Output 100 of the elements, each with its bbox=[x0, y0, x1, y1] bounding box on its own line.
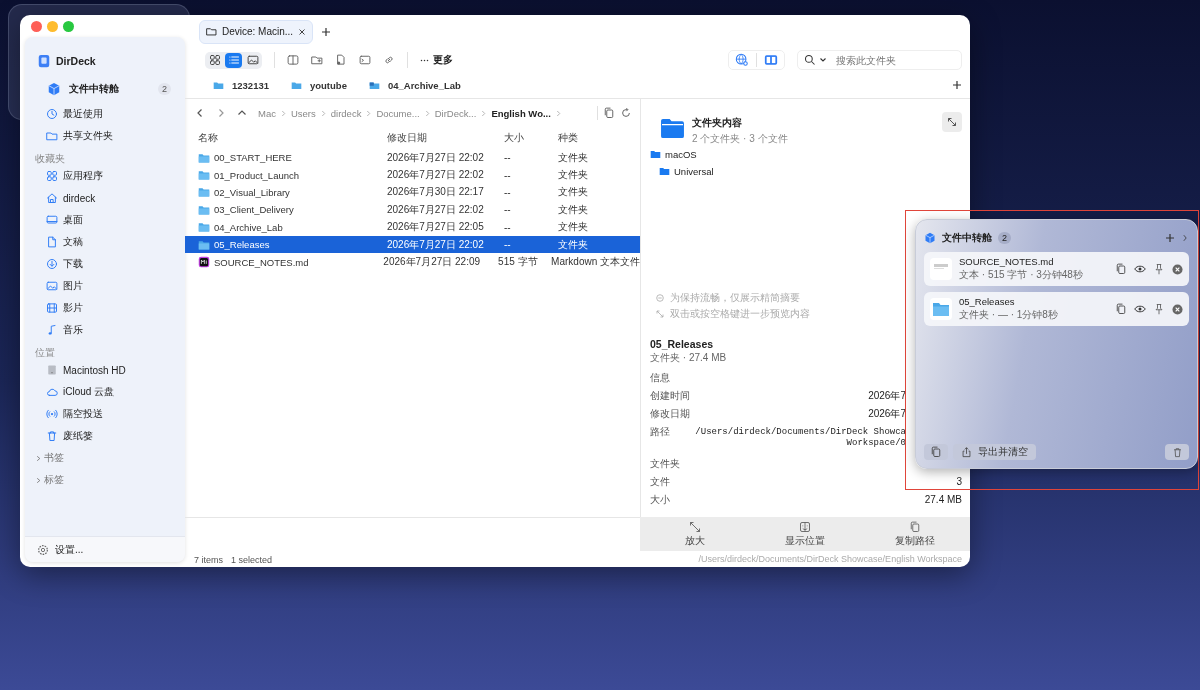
film-icon bbox=[46, 302, 58, 314]
eye-icon[interactable] bbox=[1134, 303, 1146, 315]
modified-date: 2026年7月27日 22:02 bbox=[386, 168, 485, 183]
columns-icon[interactable] bbox=[764, 53, 778, 67]
chevron-icon bbox=[366, 109, 372, 117]
eye-icon[interactable] bbox=[1134, 263, 1146, 275]
transfer-item[interactable]: 文件中转舱 2 bbox=[33, 79, 177, 99]
info-label: 路径 bbox=[650, 425, 670, 439]
sidebar-item[interactable]: iCloud 云盘 bbox=[25, 381, 185, 403]
add-icon[interactable] bbox=[1165, 233, 1175, 243]
transfer-card[interactable]: 05_Releases 文件夹 · — · 1分钟8秒 bbox=[924, 292, 1189, 326]
item-name: 05_Releases bbox=[959, 296, 1016, 307]
refresh-icon[interactable] bbox=[620, 107, 632, 119]
file-row[interactable]: 00_START_HERE 2026年7月27日 22:02 -- 文件夹 bbox=[185, 149, 640, 167]
action-button[interactable]: 显示位置 bbox=[750, 517, 860, 551]
sidebar-item[interactable]: 桌面 bbox=[25, 209, 185, 231]
info-value: 3 bbox=[956, 475, 962, 489]
sidebar-item[interactable]: 影片 bbox=[25, 297, 185, 319]
column-header[interactable]: 大小 bbox=[499, 131, 555, 145]
sidebar-item[interactable]: 应用程序 bbox=[25, 165, 185, 187]
remove-icon[interactable] bbox=[1172, 263, 1183, 275]
sidebar-item[interactable]: 废纸篓 bbox=[25, 425, 185, 447]
copy-icon bbox=[930, 446, 942, 458]
copy-icon[interactable] bbox=[1115, 303, 1127, 315]
close-button[interactable] bbox=[31, 20, 42, 32]
breadcrumb[interactable]: dirdeck bbox=[330, 107, 362, 119]
terminal-icon[interactable] bbox=[359, 54, 371, 66]
tree-item[interactable]: Universal bbox=[650, 163, 962, 180]
link-icon[interactable] bbox=[383, 54, 395, 66]
photo-icon bbox=[46, 280, 58, 292]
close-icon[interactable] bbox=[298, 27, 307, 36]
folder-icon bbox=[198, 169, 210, 182]
sidebar-item[interactable]: 最近使用 bbox=[25, 103, 185, 125]
export-button[interactable]: 导出并清空 bbox=[953, 444, 1036, 460]
sidebar-item[interactable]: 文稿 bbox=[25, 231, 185, 253]
forward-icon[interactable] bbox=[216, 108, 226, 118]
copy-icon[interactable] bbox=[1115, 263, 1127, 275]
sidebar-item[interactable]: Macintosh HD bbox=[25, 359, 185, 381]
trash-icon bbox=[46, 430, 58, 442]
pin-icon[interactable] bbox=[1153, 263, 1165, 275]
panel-title: 文件中转舱 bbox=[942, 231, 992, 245]
search-input[interactable]: 搜索此文件夹 bbox=[836, 54, 955, 66]
breadcrumb[interactable]: DirDeck... bbox=[434, 107, 477, 119]
sidebar-item[interactable]: 共享文件夹 bbox=[25, 125, 185, 147]
breadcrumb[interactable]: Users bbox=[290, 107, 316, 119]
add-favorite-icon[interactable] bbox=[952, 80, 962, 90]
sidebar-item[interactable]: 音乐 bbox=[25, 319, 185, 341]
action-button[interactable]: 复制路径 bbox=[860, 517, 970, 551]
section-heading: 收藏夹 bbox=[34, 152, 66, 165]
sidebar-item[interactable]: 下载 bbox=[25, 253, 185, 275]
breadcrumb[interactable]: Mac bbox=[258, 107, 276, 119]
sidebar-item[interactable]: dirdeck bbox=[25, 187, 185, 209]
file-row[interactable]: SOURCE_NOTES.md 2026年7月27日 22:09 515 字节 Markdown 文本文件 bbox=[185, 253, 640, 271]
action-button[interactable]: 放大 bbox=[640, 517, 750, 551]
item-subtitle: 文件夹 · 27.4 MB bbox=[650, 351, 728, 365]
item-count: 7 items bbox=[194, 555, 223, 565]
browser-tab[interactable]: Device: Macin... bbox=[199, 19, 314, 44]
favorite-item[interactable]: 1232131 bbox=[213, 79, 269, 91]
sidebar-group[interactable]: 标签 bbox=[25, 469, 185, 491]
file-row[interactable]: 03_Client_Delivery 2026年7月27日 22:02 -- 文件夹 bbox=[185, 201, 640, 219]
sidebar-item[interactable]: 图片 bbox=[25, 275, 185, 297]
sidebar-group[interactable]: 书签 bbox=[25, 447, 185, 469]
new-folder-icon[interactable] bbox=[311, 54, 323, 66]
file-kind: 文件夹 bbox=[557, 185, 589, 200]
remove-icon[interactable] bbox=[1172, 303, 1183, 315]
copy-icon[interactable] bbox=[603, 107, 615, 119]
column-header[interactable]: 名称 bbox=[185, 131, 381, 145]
folder-icon bbox=[198, 238, 210, 251]
file-row[interactable]: 02_Visual_Library 2026年7月30日 22:17 -- 文件夹 bbox=[185, 183, 640, 202]
info-value: 27.4 MB bbox=[924, 493, 962, 507]
list-view-button[interactable] bbox=[225, 52, 242, 68]
tree-item[interactable]: macOS bbox=[650, 146, 962, 163]
copy-all-button[interactable] bbox=[924, 444, 948, 460]
file-row[interactable]: 04_Archive_Lab 2026年7月27日 22:05 -- 文件夹 bbox=[185, 218, 640, 236]
expand-button[interactable] bbox=[942, 112, 962, 132]
sidebar-item[interactable]: 隔空投送 bbox=[25, 403, 185, 425]
transfer-card[interactable]: SOURCE_NOTES.md 文本 · 515 字节 · 3分钟48秒 bbox=[924, 252, 1189, 286]
back-icon[interactable] bbox=[195, 108, 205, 118]
file-row[interactable]: 05_Releases 2026年7月27日 22:02 -- 文件夹 bbox=[185, 235, 640, 254]
pin-icon[interactable] bbox=[1153, 303, 1165, 315]
column-header[interactable]: 修改日期 bbox=[381, 131, 499, 145]
file-size: -- bbox=[503, 186, 512, 198]
breadcrumb[interactable]: Docume... bbox=[376, 107, 420, 119]
settings-button[interactable]: 设置... bbox=[25, 536, 185, 562]
breadcrumb[interactable]: English Wo... bbox=[491, 107, 551, 119]
add-tab-icon[interactable] bbox=[321, 26, 332, 37]
file-row[interactable]: 01_Product_Launch 2026年7月27日 22:02 -- 文件夹 bbox=[185, 166, 640, 184]
file-name: 00_START_HERE bbox=[214, 152, 292, 164]
favorite-item[interactable]: youtube bbox=[291, 79, 347, 91]
file-icon[interactable] bbox=[335, 54, 347, 66]
search-field[interactable]: 搜索此文件夹 bbox=[797, 50, 962, 70]
globe-icon[interactable] bbox=[735, 53, 749, 67]
zoom-button[interactable] bbox=[63, 20, 74, 32]
split-view-icon[interactable] bbox=[287, 54, 299, 66]
favorite-item[interactable]: 04_Archive_Lab bbox=[368, 79, 461, 91]
cloud-icon bbox=[46, 386, 58, 398]
more-button[interactable]: 更多 bbox=[420, 53, 453, 67]
chevron-icon[interactable] bbox=[1181, 234, 1189, 242]
clear-button[interactable] bbox=[1165, 444, 1189, 460]
column-header[interactable]: 种类 bbox=[555, 131, 640, 145]
